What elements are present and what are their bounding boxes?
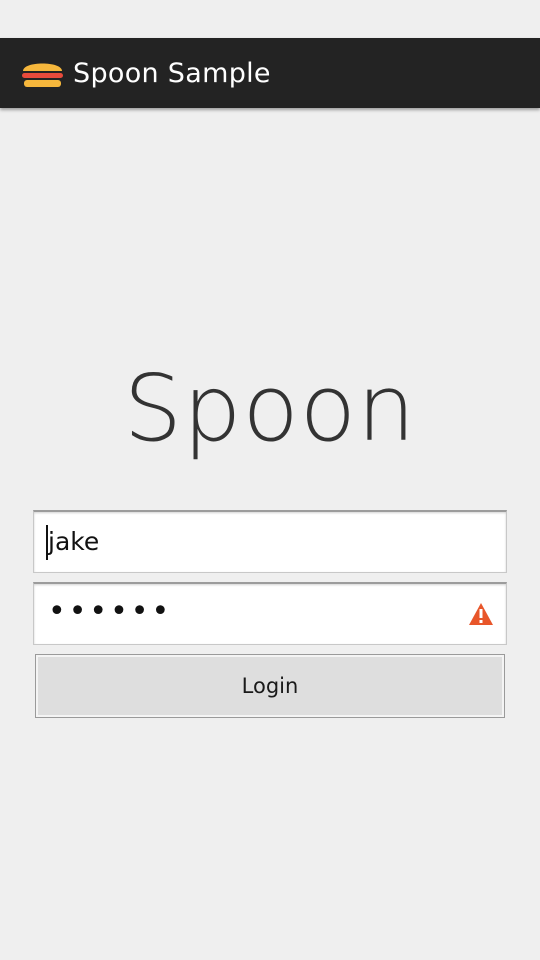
login-button[interactable]: Login (35, 654, 505, 718)
username-field[interactable]: jake (33, 510, 507, 573)
password-masked-value: •••••• (48, 594, 173, 629)
action-bar: Spoon Sample (0, 38, 540, 108)
username-value: jake (48, 527, 100, 556)
app-title: Spoon Sample (73, 58, 271, 89)
password-field[interactable]: •••••• (33, 582, 507, 645)
warning-icon[interactable] (468, 602, 494, 626)
burger-icon (22, 63, 63, 87)
logo-text: Spoon (123, 355, 417, 462)
status-bar (0, 0, 540, 38)
